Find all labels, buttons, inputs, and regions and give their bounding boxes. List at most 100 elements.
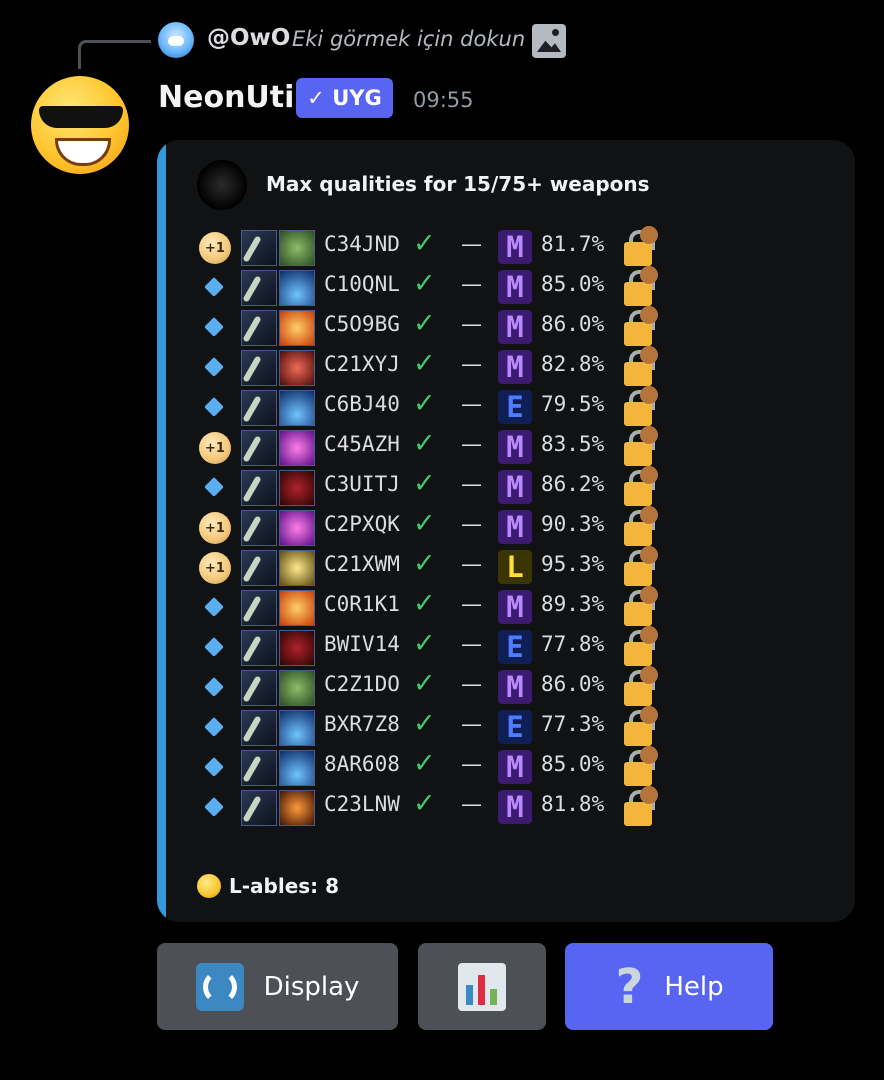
check-icon: ✓ [413,468,436,499]
quality-percent: 86.0% [541,672,605,696]
weapon-icon [241,710,277,746]
app-badge: ✓ UYG [296,78,393,118]
quality-percent: 81.7% [541,232,605,256]
quality-percent: 77.3% [541,712,605,736]
lock-with-key-icon [622,344,662,388]
weapon-id: 8AR608 [324,752,400,776]
weapon-row: BXR7Z8 ✓ — E 77.3% [197,706,677,750]
embed-accent-bar [157,140,166,922]
reply-preview-text[interactable]: Eki görmek için dokun [292,27,525,51]
plus-one-badge-icon: +1 [199,432,231,464]
message-author[interactable]: NeonUtil [158,80,305,115]
quality-percent: 90.3% [541,512,605,536]
separator: — [461,512,482,536]
weapon-icon [241,590,277,626]
weapon-icon [241,430,277,466]
rank-icon: M [498,470,532,504]
bot-avatar[interactable] [31,76,129,174]
blue-diamond-icon [204,757,224,777]
weapon-icon [241,790,277,826]
sunglasses-icon [39,106,123,128]
weapon-id: C23LNW [324,792,400,816]
separator: — [461,792,482,816]
lock-with-key-icon [622,224,662,268]
rank-icon: E [498,630,532,664]
weapon-id: BXR7Z8 [324,712,400,736]
weapon-row: C6BJ40 ✓ — E 79.5% [197,386,677,430]
passive-icon [279,590,315,626]
rank-icon: M [498,350,532,384]
check-icon: ✓ [413,748,436,779]
passive-icon [279,390,315,426]
check-icon: ✓ [413,428,436,459]
quality-percent: 85.0% [541,752,605,776]
weapon-icon [241,550,277,586]
help-button[interactable]: ? Help [565,943,773,1030]
check-icon: ✓ [413,628,436,659]
rank-icon: M [498,230,532,264]
separator: — [461,712,482,736]
blue-diamond-icon [204,797,224,817]
lock-with-key-icon [622,504,662,548]
weapon-id: C5O9BG [324,312,400,336]
plus-one-badge-icon: +1 [199,512,231,544]
weapon-row: C23LNW ✓ — M 81.8% [197,786,677,830]
weapon-icon [241,470,277,506]
weapon-id: C6BJ40 [324,392,400,416]
rank-icon: M [498,510,532,544]
plus-one-badge-icon: +1 [199,552,231,584]
bar-chart-icon [458,962,506,1011]
rank-icon: M [498,430,532,464]
weapon-row: C3UITJ ✓ — M 86.2% [197,466,677,510]
rank-icon: L [498,550,532,584]
stats-button[interactable] [418,943,546,1030]
weapon-row: +1 C45AZH ✓ — M 83.5% [197,426,677,470]
passive-icon [279,350,315,386]
embed-author-icon [197,160,247,210]
rank-icon: M [498,590,532,624]
display-button-label: Display [263,971,360,1002]
blue-diamond-icon [204,477,224,497]
check-icon: ✓ [413,228,436,259]
quality-percent: 95.3% [541,552,605,576]
weapon-id: C34JND [324,232,400,256]
weapon-icon [241,390,277,426]
separator: — [461,352,482,376]
blue-diamond-icon [204,637,224,657]
image-attachment-icon[interactable] [532,24,566,58]
check-icon: ✓ [413,348,436,379]
rank-icon: M [498,790,532,824]
weapon-icon [241,230,277,266]
passive-icon [279,430,315,466]
display-button[interactable]: Display [157,943,398,1030]
check-icon: ✓ [413,708,436,739]
reply-avatar[interactable] [158,22,194,58]
quality-percent: 81.8% [541,792,605,816]
rank-icon: M [498,670,532,704]
separator: — [461,432,482,456]
weapon-row: C21XYJ ✓ — M 82.8% [197,346,677,390]
separator: — [461,312,482,336]
blue-diamond-icon [204,357,224,377]
weapon-row: BWIV14 ✓ — E 77.8% [197,626,677,670]
weapon-row: C5O9BG ✓ — M 86.0% [197,306,677,350]
separator: — [461,272,482,296]
weapon-id: C21XYJ [324,352,400,376]
reply-username[interactable]: @OwO [207,25,290,51]
separator: — [461,232,482,256]
plus-one-badge-icon: +1 [199,232,231,264]
separator: — [461,672,482,696]
embed-footer: L-ables: 8 [197,874,339,898]
lock-with-key-icon [622,264,662,308]
passive-icon [279,510,315,546]
blue-diamond-icon [204,717,224,737]
passive-icon [279,270,315,306]
blue-diamond-icon [204,677,224,697]
rank-icon: E [498,710,532,744]
help-button-label: Help [664,971,724,1002]
lock-with-key-icon [622,424,662,468]
lock-with-key-icon [622,744,662,788]
weapon-icon [241,750,277,786]
weapon-row: C0R1K1 ✓ — M 89.3% [197,586,677,630]
rank-icon: M [498,750,532,784]
